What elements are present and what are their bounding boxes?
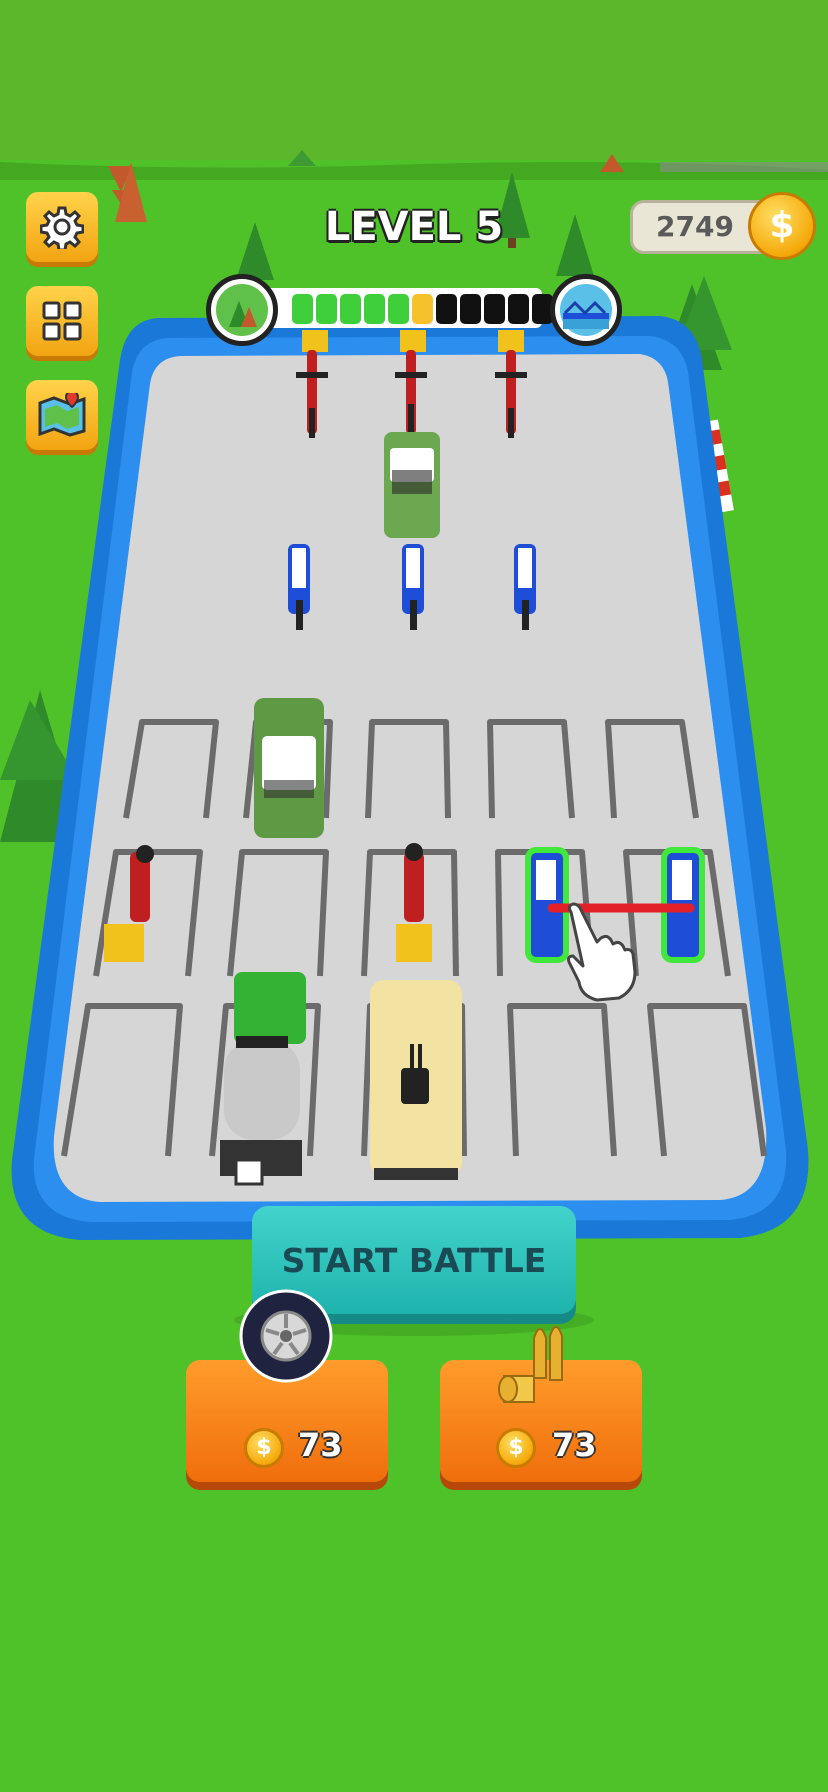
progress-segment [508, 294, 529, 324]
player-car[interactable] [254, 698, 324, 838]
bridge-icon [550, 274, 622, 346]
bullets-icon [498, 1326, 563, 1403]
bullets-price: 73 [552, 1426, 597, 1464]
progress-segment [436, 294, 457, 324]
pointing-hand-icon [567, 902, 637, 1002]
coin-icon: $ [748, 192, 816, 260]
progress-segment [460, 294, 481, 324]
progress-segment [412, 294, 433, 324]
progress-segment [316, 294, 337, 324]
start-battle-label: START BATTLE [281, 1240, 547, 1280]
tire-icon [239, 1289, 333, 1383]
grid-icon [42, 301, 82, 341]
progress-segment [364, 294, 385, 324]
progress-segment [388, 294, 409, 324]
game-scene [0, 0, 828, 1792]
forest-icon [206, 274, 278, 346]
enemy-car [384, 432, 440, 538]
tire-price: 73 [298, 1426, 343, 1464]
player-bus[interactable] [370, 980, 462, 1180]
coin-icon: $ [496, 1428, 536, 1468]
progress-segment [292, 294, 313, 324]
map-icon [38, 393, 86, 437]
collection-button[interactable] [26, 286, 98, 356]
coin-icon: $ [244, 1428, 284, 1468]
progress-segment [340, 294, 361, 324]
coin-count: 2749 [656, 210, 734, 243]
map-button[interactable] [26, 380, 98, 450]
progress-segment [484, 294, 505, 324]
level-progress-bar [256, 288, 553, 328]
